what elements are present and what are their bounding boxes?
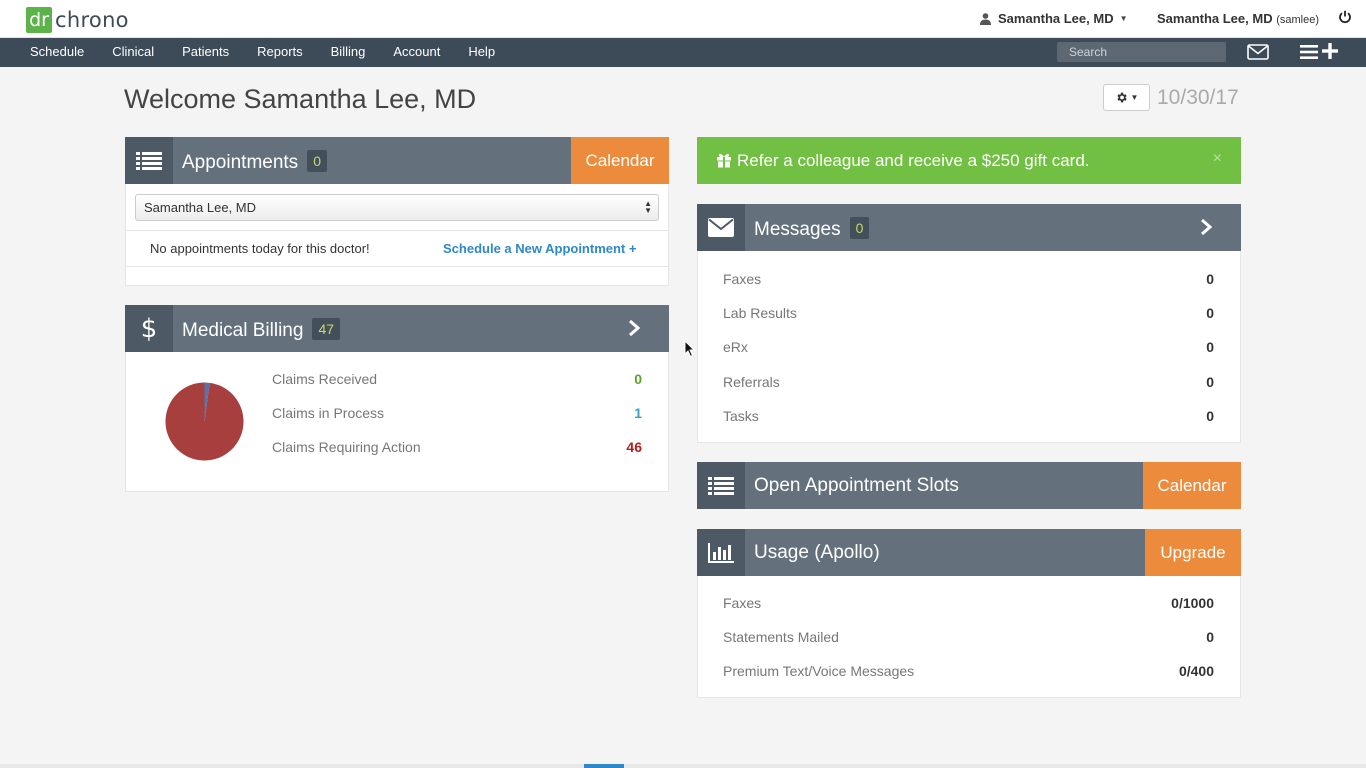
main-nav: Schedule Clinical Patients Reports Billi… <box>0 38 1366 67</box>
current-date: 10/30/17 <box>1157 86 1239 109</box>
doctor-select-value: Samantha Lee, MD <box>144 200 257 215</box>
messages-erx-value: 0 <box>1206 339 1214 355</box>
chevron-right-icon[interactable] <box>627 319 641 337</box>
messages-erx-label[interactable]: eRx <box>723 339 748 355</box>
medical-billing-title-text: Medical Billing <box>182 320 304 341</box>
open-slots-title: Open Appointment Slots <box>754 475 959 496</box>
page-title: Welcome Samantha Lee, MD <box>124 84 477 114</box>
usage-statements-label: Statements Mailed <box>723 629 839 645</box>
claims-received-label: Claims Received <box>272 371 378 387</box>
mail-icon[interactable] <box>1247 44 1269 60</box>
usage-premium-messages-value: 0/400 <box>1178 663 1214 679</box>
messages-title: Messages 0 <box>754 217 870 241</box>
claims-pie-chart <box>165 382 244 461</box>
settings-dropdown-button[interactable]: ▼ <box>1103 84 1150 111</box>
schedule-new-appointment-link[interactable]: Schedule a New Appointment + <box>443 241 636 256</box>
logo-text: chrono <box>55 7 129 32</box>
medical-billing-count-badge: 47 <box>312 318 341 340</box>
divider <box>125 230 669 231</box>
horizontal-scrollbar[interactable] <box>0 764 1366 768</box>
claims-received-value: 0 <box>634 371 642 387</box>
list-icon <box>697 462 745 509</box>
bar-chart-icon <box>697 529 745 576</box>
claims-requiring-action-label: Claims Requiring Action <box>272 439 421 455</box>
mouse-cursor-icon <box>684 340 695 358</box>
nav-clinical[interactable]: Clinical <box>98 38 168 67</box>
medical-billing-header[interactable]: $ Medical Billing 47 <box>125 305 669 352</box>
nav-schedule[interactable]: Schedule <box>16 38 98 67</box>
messages-tasks-label[interactable]: Tasks <box>723 408 759 424</box>
messages-referrals-value: 0 <box>1206 374 1214 390</box>
messages-lab-results-value: 0 <box>1206 305 1214 321</box>
user-dropdown-label: Samantha Lee, MD <box>998 11 1114 26</box>
usage-statements-value: 0 <box>1206 629 1214 645</box>
usage-header: Usage (Apollo) Upgrade <box>697 529 1241 576</box>
messages-title-text: Messages <box>754 219 841 240</box>
doctor-select[interactable]: Samantha Lee, MD ▲ ▼ <box>135 194 659 221</box>
user-dropdown[interactable]: Samantha Lee, MD ▼ <box>980 11 1128 26</box>
gear-icon <box>1116 92 1127 103</box>
drchrono-logo[interactable]: dr chrono <box>26 6 129 33</box>
messages-faxes-label[interactable]: Faxes <box>723 271 761 287</box>
list-icon <box>125 137 173 184</box>
account-handle: (samlee) <box>1276 14 1320 26</box>
nav-menu: Schedule Clinical Patients Reports Billi… <box>16 38 509 67</box>
account-name-text: Samantha Lee, MD <box>1157 11 1273 26</box>
power-icon[interactable] <box>1338 10 1352 24</box>
claims-in-process-label: Claims in Process <box>272 405 385 421</box>
envelope-icon <box>697 204 745 251</box>
appointments-count-badge: 0 <box>307 150 327 172</box>
scrollbar-thumb[interactable] <box>584 764 624 768</box>
account-name: Samantha Lee, MD (samlee) <box>1157 11 1319 26</box>
search-input[interactable] <box>1057 42 1226 62</box>
messages-count-badge: 0 <box>849 217 870 239</box>
usage-faxes-value: 0/1000 <box>1171 595 1214 611</box>
caret-down-icon: ▼ <box>1119 14 1128 23</box>
messages-header[interactable]: Messages 0 <box>697 204 1241 251</box>
hamburger-menu-icon[interactable] <box>1300 44 1318 60</box>
claims-in-process-value: 1 <box>634 405 642 421</box>
messages-lab-results-label[interactable]: Lab Results <box>723 305 797 321</box>
nav-help[interactable]: Help <box>454 38 509 67</box>
caret-down-icon: ▼ <box>1130 93 1139 102</box>
close-icon[interactable]: × <box>1213 150 1222 168</box>
select-arrows-icon: ▲ ▼ <box>644 199 652 215</box>
messages-tasks-value: 0 <box>1206 408 1214 424</box>
medical-billing-title: Medical Billing 47 <box>182 318 341 342</box>
claims-requiring-action-value: 46 <box>626 439 642 455</box>
referral-text: Refer a colleague and receive a $250 gif… <box>737 151 1090 170</box>
messages-referrals-label[interactable]: Referrals <box>723 374 780 390</box>
usage-title: Usage (Apollo) <box>754 542 880 563</box>
nav-account[interactable]: Account <box>379 38 454 67</box>
plus-icon[interactable] <box>1322 43 1338 59</box>
appointments-title: Appointments 0 <box>182 150 327 174</box>
nav-reports[interactable]: Reports <box>243 38 317 67</box>
upgrade-button[interactable]: Upgrade <box>1145 529 1241 576</box>
top-bar: dr chrono Samantha Lee, MD ▼ Samantha Le… <box>0 0 1366 38</box>
chevron-right-icon[interactable] <box>1199 218 1213 236</box>
appointments-calendar-button[interactable]: Calendar <box>571 137 669 184</box>
open-slots-calendar-button[interactable]: Calendar <box>1143 462 1241 509</box>
referral-banner[interactable]: Refer a colleague and receive a $250 gif… <box>697 137 1241 184</box>
open-slots-header: Open Appointment Slots Calendar <box>697 462 1241 509</box>
appointments-header: Appointments 0 Calendar <box>125 137 669 184</box>
usage-premium-messages-label: Premium Text/Voice Messages <box>723 663 915 679</box>
messages-faxes-value: 0 <box>1206 271 1214 287</box>
appointments-title-text: Appointments <box>182 152 299 173</box>
user-icon <box>980 12 991 25</box>
logo-mark: dr <box>26 6 52 33</box>
nav-billing[interactable]: Billing <box>317 38 380 67</box>
pie-slice-requiring-action <box>165 382 244 461</box>
no-appointments-message: No appointments today for this doctor! <box>150 241 370 256</box>
divider <box>125 266 669 267</box>
dollar-icon: $ <box>125 305 173 352</box>
nav-patients[interactable]: Patients <box>168 38 243 67</box>
usage-faxes-label: Faxes <box>723 595 762 611</box>
gift-icon <box>717 153 731 168</box>
